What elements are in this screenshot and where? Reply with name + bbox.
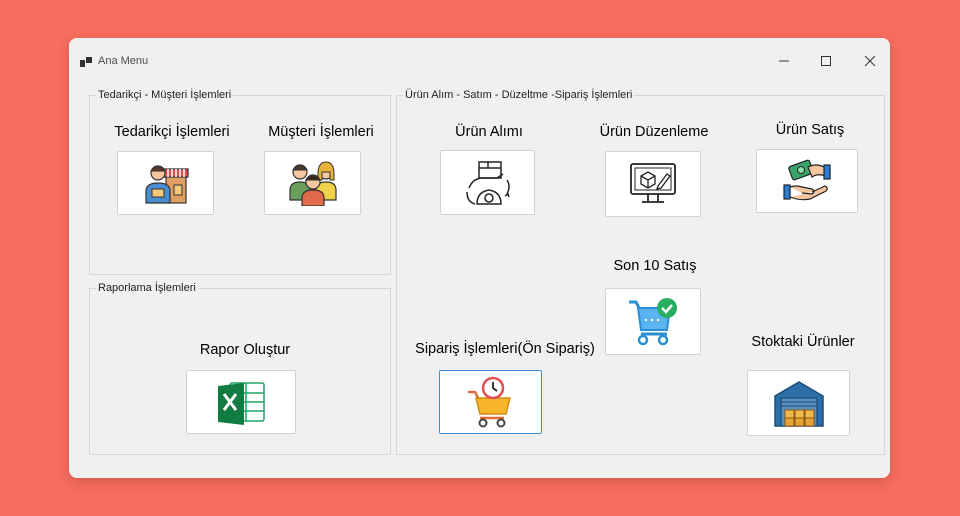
edit-button[interactable] [605,151,701,217]
supplier-button[interactable] [117,151,214,215]
close-icon [864,55,876,67]
group-caption: Ürün Alım - Satım - Düzeltme -Sipariş İş… [403,89,635,102]
title-bar: Ana Menu [69,38,890,84]
sale-button[interactable] [756,149,858,213]
stock-button[interactable] [747,370,850,436]
main-window: Ana Menu Tedarikçi - Müşteri İşlemleri R… [69,38,890,478]
sale-label: Ürün Satış [775,122,845,138]
product-edit-monitor-icon [630,163,676,203]
supplier-shop-icon [144,165,189,204]
supplier-label: Tedarikçi İşlemleri [114,124,230,140]
group-caption: Tedarikçi - Müşteri İşlemleri [96,89,234,102]
order-label: Sipariş İşlemleri(Ön Sipariş) [415,341,595,357]
money-hand-sale-icon [783,159,831,201]
edit-label: Ürün Düzenleme [599,124,709,140]
report-label: Rapor Oluştur [199,342,291,358]
product-purchase-icon [465,160,510,205]
excel-icon [218,382,265,425]
order-button[interactable] [439,370,542,434]
customer-label: Müşteri İşlemleri [268,124,374,140]
customer-group-icon [288,161,337,206]
window-title: Ana Menu [98,55,149,67]
purchase-button[interactable] [440,150,535,215]
customer-button[interactable] [264,151,361,215]
cart-clock-icon [467,376,511,428]
group-caption: Raporlama İşlemleri [96,282,198,295]
cart-check-icon [629,297,677,345]
maximize-icon [821,56,831,66]
maximize-button[interactable] [811,51,841,71]
app-icon [80,57,92,67]
minimize-button[interactable] [769,51,799,71]
last-sales-label: Son 10 Satış [613,258,697,274]
minimize-icon [779,60,789,62]
warehouse-icon [773,381,824,427]
report-button[interactable] [186,370,296,434]
last-sales-button[interactable] [605,288,701,355]
purchase-label: Ürün Alımı [455,124,523,140]
stock-label: Stoktaki Ürünler [751,334,855,350]
close-button[interactable] [855,51,885,71]
